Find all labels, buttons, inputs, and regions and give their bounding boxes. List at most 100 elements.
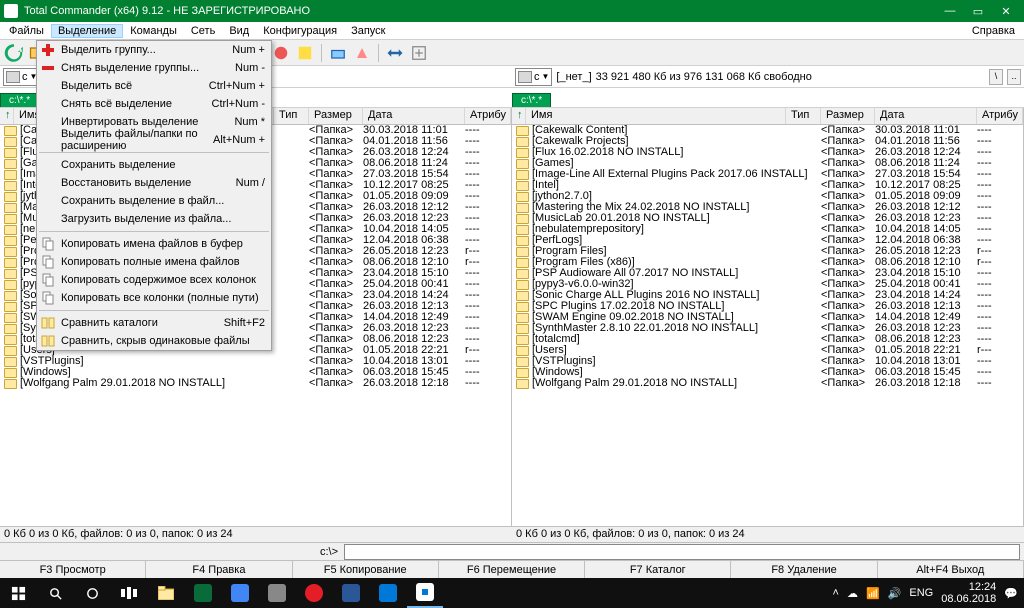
menu-Сеть[interactable]: Сеть bbox=[184, 24, 222, 38]
tray-lang[interactable]: ENG bbox=[909, 587, 933, 599]
col-date[interactable]: Дата bbox=[363, 108, 465, 124]
tray-clock[interactable]: 12:24 08.06.2018 bbox=[941, 581, 996, 605]
fkey-button[interactable]: F3 Просмотр bbox=[0, 561, 146, 578]
menu-item[interactable]: Сравнить каталогиShift+F2 bbox=[37, 314, 271, 332]
tool-icon[interactable] bbox=[270, 42, 292, 64]
menu-Запуск[interactable]: Запуск bbox=[344, 24, 392, 38]
refresh-icon[interactable] bbox=[3, 42, 25, 64]
menu-item[interactable]: Восстановить выделениеNum / bbox=[37, 174, 271, 192]
fkey-button[interactable]: F4 Правка bbox=[146, 561, 292, 578]
menu-Выделение[interactable]: Выделение bbox=[51, 24, 123, 38]
folder-icon bbox=[3, 224, 16, 235]
sort-arrow[interactable]: ↑ bbox=[0, 108, 14, 124]
app-icon[interactable] bbox=[185, 578, 221, 608]
app-icon[interactable] bbox=[333, 578, 369, 608]
col-ext[interactable]: Тип bbox=[274, 108, 309, 124]
fkey-button[interactable]: F5 Копирование bbox=[293, 561, 439, 578]
totalcmd-icon[interactable] bbox=[407, 578, 443, 608]
fkey-button[interactable]: Alt+F4 Выход bbox=[878, 561, 1024, 578]
col-size[interactable]: Размер bbox=[309, 108, 363, 124]
close-button[interactable]: ✕ bbox=[992, 1, 1020, 21]
drive-free: 33 921 480 Кб из 976 131 068 Кб свободно bbox=[596, 71, 812, 83]
file-name: [Cakewalk Projects] bbox=[532, 136, 821, 147]
menu-item[interactable]: Копировать имена файлов в буфер bbox=[37, 235, 271, 253]
menu-item[interactable]: Копировать полные имена файлов bbox=[37, 253, 271, 271]
file-row[interactable]: [Wolfgang Palm 29.01.2018 NO INSTALL]<Па… bbox=[0, 378, 511, 389]
file-row[interactable]: [Wolfgang Palm 29.01.2018 NO INSTALL]<Па… bbox=[512, 378, 1023, 389]
menu-item[interactable]: Загрузить выделение из файла... bbox=[37, 210, 271, 228]
menu-shortcut: Num * bbox=[234, 116, 265, 128]
tray-volume-icon[interactable]: 🔊 bbox=[888, 587, 902, 600]
menu-item[interactable]: Снять всё выделениеCtrl+Num - bbox=[37, 95, 271, 113]
explorer-icon[interactable] bbox=[148, 578, 184, 608]
command-row: c:\> bbox=[0, 542, 1024, 560]
drive-selector-left[interactable]: c ▼ bbox=[3, 68, 40, 86]
menu-label: Выделить группу... bbox=[61, 44, 232, 56]
menu-shortcut: Num - bbox=[235, 62, 265, 74]
taskview-icon[interactable] bbox=[111, 578, 147, 608]
tool-icon[interactable] bbox=[294, 42, 316, 64]
menu-Файлы[interactable]: Файлы bbox=[2, 24, 51, 38]
menu-item[interactable]: Выделить файлы/папки по расширениюAlt+Nu… bbox=[37, 131, 271, 149]
app-icon[interactable] bbox=[370, 578, 406, 608]
menu-label: Копировать имена файлов в буфер bbox=[61, 238, 265, 250]
command-input[interactable] bbox=[344, 544, 1020, 560]
panel-right[interactable]: [Cakewalk Content]<Папка>30.03.2018 11:0… bbox=[512, 125, 1024, 526]
menu-Команды[interactable]: Команды bbox=[123, 24, 184, 38]
col-attr[interactable]: Атрибу bbox=[465, 108, 511, 124]
app-icon[interactable] bbox=[222, 578, 258, 608]
menu-item[interactable]: Сохранить выделение в файл... bbox=[37, 192, 271, 210]
tool-icon[interactable] bbox=[408, 42, 430, 64]
menu-item[interactable]: Выделить группу...Num + bbox=[37, 41, 271, 59]
start-button[interactable] bbox=[0, 578, 36, 608]
tray-network-icon[interactable]: 📶 bbox=[866, 587, 880, 600]
tab-right[interactable]: c:\*.* bbox=[512, 93, 551, 107]
menu-Конфигурация[interactable]: Конфигурация bbox=[256, 24, 344, 38]
menu-help[interactable]: Справка bbox=[965, 24, 1022, 38]
menu-item[interactable]: Сравнить, скрыв одинаковые файлы bbox=[37, 332, 271, 350]
col-name[interactable]: Имя bbox=[526, 108, 786, 124]
folder-icon bbox=[3, 345, 16, 356]
search-icon[interactable] bbox=[37, 578, 73, 608]
tray-cloud-icon[interactable]: ☁ bbox=[847, 587, 858, 600]
fkeys-bar: F3 ПросмотрF4 ПравкаF5 КопированиеF6 Пер… bbox=[0, 560, 1024, 578]
folder-icon bbox=[3, 191, 16, 202]
file-name: [Windows] bbox=[532, 367, 821, 378]
maximize-button[interactable]: ▭ bbox=[964, 1, 992, 21]
notifications-icon[interactable]: 💬 bbox=[1004, 587, 1018, 600]
app-icon[interactable] bbox=[259, 578, 295, 608]
menu-item[interactable]: Снять выделение группы...Num - bbox=[37, 59, 271, 77]
fkey-button[interactable]: F6 Перемещение bbox=[439, 561, 585, 578]
root-button[interactable]: \ bbox=[989, 69, 1003, 85]
menu-item[interactable]: Копировать все колонки (полные пути) bbox=[37, 289, 271, 307]
file-attr: ---- bbox=[465, 378, 511, 389]
tool-icon[interactable] bbox=[384, 42, 406, 64]
taskbar: ˄ ☁ 📶 🔊 ENG 12:24 08.06.2018 💬 bbox=[0, 578, 1024, 608]
menu-Вид[interactable]: Вид bbox=[222, 24, 256, 38]
menu-item[interactable]: Копировать содержимое всех колонок bbox=[37, 271, 271, 289]
minimize-button[interactable]: — bbox=[936, 1, 964, 21]
menu-item[interactable]: Выделить всёCtrl+Num + bbox=[37, 77, 271, 95]
col-attr[interactable]: Атрибу bbox=[977, 108, 1023, 124]
col-date[interactable]: Дата bbox=[875, 108, 977, 124]
col-size[interactable]: Размер bbox=[821, 108, 875, 124]
sort-arrow[interactable]: ↑ bbox=[512, 108, 526, 124]
tray-up-icon[interactable]: ˄ bbox=[833, 587, 839, 599]
file-name: [PerfLogs] bbox=[532, 235, 821, 246]
tab-left[interactable]: c:\*.* bbox=[0, 93, 39, 107]
folder-icon bbox=[515, 312, 528, 323]
drive-selector-right[interactable]: c ▼ bbox=[515, 68, 552, 86]
menu-item[interactable]: Сохранить выделение bbox=[37, 156, 271, 174]
up-button[interactable]: .. bbox=[1007, 69, 1021, 85]
tool-icon[interactable] bbox=[351, 42, 373, 64]
cortana-icon[interactable] bbox=[74, 578, 110, 608]
tool-icon[interactable] bbox=[327, 42, 349, 64]
folder-icon bbox=[3, 180, 16, 191]
clock-date: 08.06.2018 bbox=[941, 593, 996, 605]
status-row: 0 Кб 0 из 0 Кб, файлов: 0 из 0, папок: 0… bbox=[0, 526, 1024, 542]
opera-icon[interactable] bbox=[296, 578, 332, 608]
fkey-button[interactable]: F7 Каталог bbox=[585, 561, 731, 578]
col-ext[interactable]: Тип bbox=[786, 108, 821, 124]
fkey-button[interactable]: F8 Удаление bbox=[731, 561, 877, 578]
folder-icon bbox=[3, 334, 16, 345]
